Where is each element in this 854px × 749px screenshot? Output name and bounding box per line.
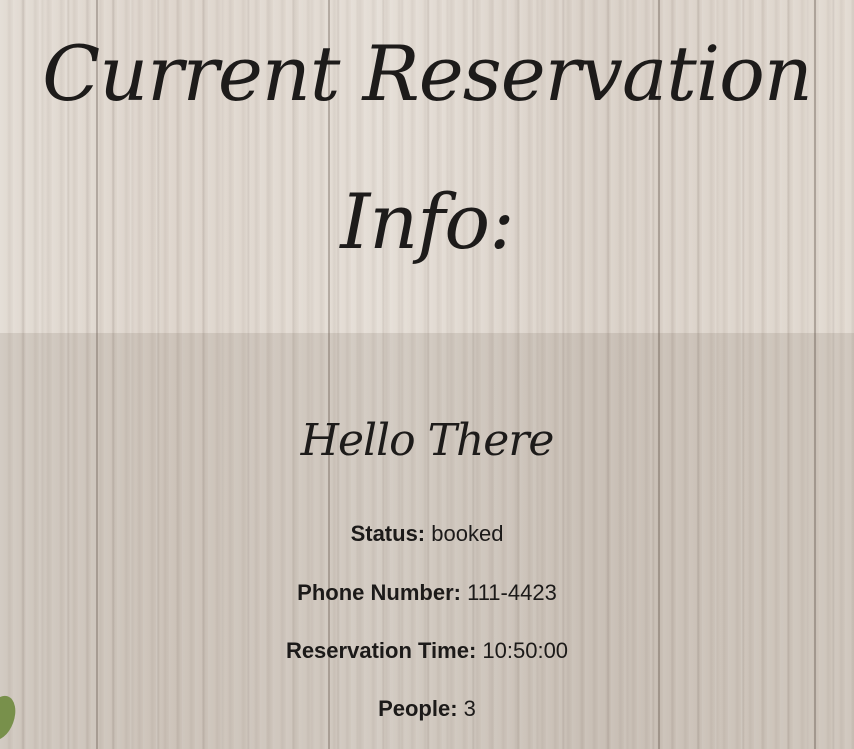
reservation-time-value: 10:50:00 <box>482 638 569 663</box>
hero-header: Current Reservation Info: <box>0 0 854 333</box>
people-label: People: <box>378 696 458 721</box>
status-value: booked <box>431 521 504 546</box>
status-row: Status: booked <box>0 521 854 547</box>
reservation-time-label: Reservation Time: <box>285 638 477 663</box>
page-title: Current Reservation Info: <box>42 29 813 266</box>
phone-value: 111-4423 <box>467 580 557 605</box>
people-row: People: 3 <box>0 696 854 722</box>
reservation-time-row: Reservation Time: 10:50:00 <box>0 638 854 664</box>
status-label: Status: <box>350 521 426 546</box>
reservation-panel: Hello There Status: booked Phone Number:… <box>0 333 854 749</box>
phone-label: Phone Number: <box>297 580 461 605</box>
people-value: 3 <box>463 696 476 721</box>
phone-row: Phone Number: 111-4423 <box>0 580 854 606</box>
greeting-heading: Hello There <box>300 415 555 466</box>
